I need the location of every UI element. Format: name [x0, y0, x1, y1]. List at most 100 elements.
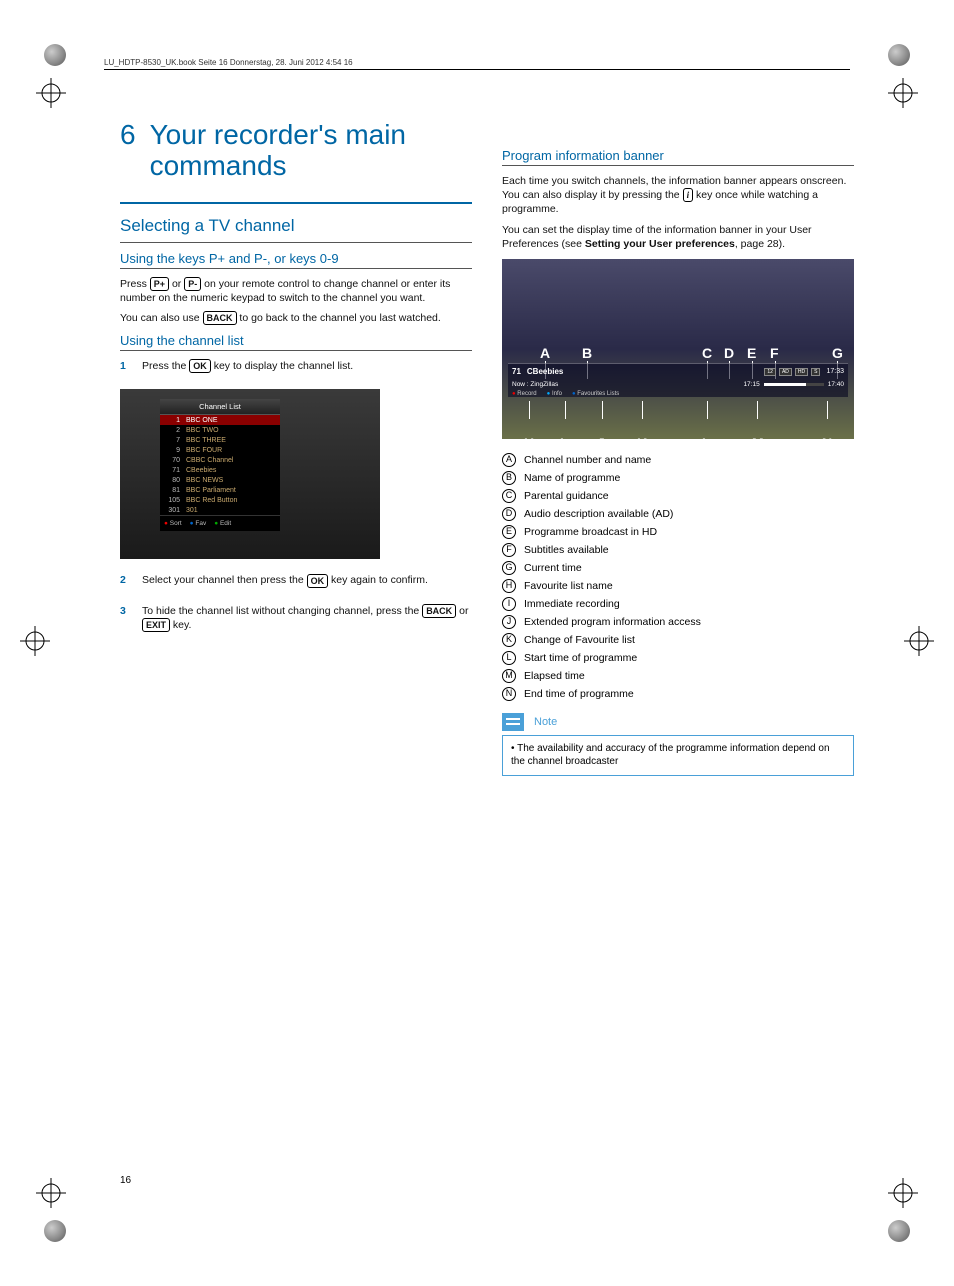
callout-label: B — [582, 345, 592, 361]
divider — [120, 242, 472, 243]
key-ok-icon: OK — [189, 359, 211, 373]
legend-text: Parental guidance — [524, 490, 609, 502]
legend-text: Current time — [524, 562, 582, 574]
print-ball-icon — [888, 1220, 910, 1242]
registration-mark-icon — [888, 78, 918, 108]
print-ball-icon — [888, 44, 910, 66]
legend-text: Extended program information access — [524, 616, 701, 628]
doc-header: LU_HDTP-8530_UK.book Seite 16 Donnerstag… — [104, 58, 850, 70]
legend-bubble: J — [502, 615, 516, 629]
divider — [120, 268, 472, 269]
body-text: Press P+ or P- on your remote control to… — [120, 277, 472, 305]
chapter-text: Your recorder's main commands — [150, 120, 472, 182]
callout-label: H — [524, 435, 534, 451]
body-text: You can set the display time of the info… — [502, 223, 854, 251]
sort-label: Sort — [164, 520, 182, 527]
subsection-title: Using the channel list — [120, 333, 472, 348]
legend-bubble: K — [502, 633, 516, 647]
text-bold: Setting your User preferences — [585, 238, 735, 250]
legend-bubble: C — [502, 489, 516, 503]
callout-label: N — [822, 435, 832, 451]
banner-badge-icon: HD — [795, 368, 808, 376]
chapter-title: 6 Your recorder's main commands — [120, 120, 472, 182]
key-back-icon: BACK — [422, 604, 456, 618]
callout-label: C — [702, 345, 712, 361]
step-item: 1 Press the OK key to display the channe… — [120, 359, 472, 379]
legend-item: HFavourite list name — [502, 579, 854, 593]
registration-mark-icon — [904, 626, 934, 656]
legend-text: Elapsed time — [524, 670, 585, 682]
divider — [502, 165, 854, 166]
channel-row: 1BBC ONE — [160, 415, 280, 425]
legend-bubble: F — [502, 543, 516, 557]
legend-text: Programme broadcast in HD — [524, 526, 657, 538]
legend-item: DAudio description available (AD) — [502, 507, 854, 521]
legend-item: EProgramme broadcast in HD — [502, 525, 854, 539]
key-ok-icon: OK — [307, 574, 329, 588]
key-back-icon: BACK — [203, 311, 237, 325]
legend-item: C Parental guidance — [502, 489, 854, 503]
legend-item: AChannel number and name — [502, 453, 854, 467]
text: key. — [170, 619, 191, 631]
callout-label: E — [747, 345, 756, 361]
registration-mark-icon — [36, 1178, 66, 1208]
page-number: 16 — [120, 1175, 131, 1186]
print-ball-icon — [44, 1220, 66, 1242]
callout-label: A — [540, 345, 550, 361]
subsection-title: Program information banner — [502, 148, 854, 163]
divider — [120, 202, 472, 204]
registration-mark-icon — [888, 1178, 918, 1208]
key-pminus-icon: P- — [184, 277, 201, 291]
legend-bubble: G — [502, 561, 516, 575]
legend-item: IImmediate recording — [502, 597, 854, 611]
legend-bubble: A — [502, 453, 516, 467]
note-text: • The availability and accuracy of the p… — [502, 735, 854, 776]
edit-label: Edit — [214, 520, 231, 527]
text: Select your channel then press the — [142, 574, 307, 586]
left-column: 6 Your recorder's main commands Selectin… — [120, 120, 472, 776]
channel-row: 105BBC Red Button — [160, 495, 280, 505]
banner-badge-icon: AD — [779, 368, 792, 376]
text: The availability and accuracy of the pro… — [511, 743, 830, 768]
key-info-icon: i — [683, 188, 694, 202]
text: You can also use — [120, 312, 203, 324]
callout-label: M — [752, 435, 764, 451]
text: to go back to the channel you last watch… — [237, 312, 441, 324]
callout-label: G — [832, 345, 843, 361]
subsection-title: Using the keys P+ and P-, or keys 0-9 — [120, 251, 472, 266]
banner-record-label: Record — [512, 391, 537, 397]
section-title: Selecting a TV channel — [120, 216, 472, 236]
legend-bubble: B — [502, 471, 516, 485]
channel-list-figure: Channel List 1BBC ONE2BBC TWO7BBC THREE9… — [120, 389, 380, 559]
legend-bubble: N — [502, 687, 516, 701]
channel-row: 71CBeebies — [160, 465, 280, 475]
legend-item: G Current time — [502, 561, 854, 575]
legend-item: N End time of programme — [502, 687, 854, 701]
text: key again to confirm. — [328, 574, 428, 586]
legend-bubble: I — [502, 597, 516, 611]
banner-start-time: 17:15 — [743, 381, 759, 388]
legend-item: J Extended program information access — [502, 615, 854, 629]
channel-row: 81BBC Parliament — [160, 485, 280, 495]
banner-channel-number: 71 — [512, 367, 521, 376]
legend-text: End time of programme — [524, 688, 634, 700]
channel-row: 7BBC THREE — [160, 435, 280, 445]
text: Press — [120, 278, 150, 290]
note-block: Note • The availability and accuracy of … — [502, 713, 854, 776]
callout-label: L — [702, 435, 711, 451]
right-column: Program information banner Each time you… — [502, 120, 854, 776]
step-number: 3 — [120, 604, 132, 638]
step-item: 2 Select your channel then press the OK … — [120, 573, 472, 593]
channel-row: 301301 — [160, 505, 280, 515]
text: To hide the channel list without changin… — [142, 605, 422, 617]
legend-text: Name of programme — [524, 472, 620, 484]
legend-text: Favourite list name — [524, 580, 613, 592]
legend-text: Audio description available (AD) — [524, 508, 673, 520]
legend-text: Start time of programme — [524, 652, 637, 664]
banner-badge-icon: S — [811, 368, 820, 376]
chapter-number: 6 — [120, 120, 136, 182]
legend-bubble: M — [502, 669, 516, 683]
banner-programme: Now : ZingZillas — [512, 381, 739, 388]
note-label: Note — [534, 716, 557, 728]
legend-text: Change of Favourite list — [524, 634, 635, 646]
